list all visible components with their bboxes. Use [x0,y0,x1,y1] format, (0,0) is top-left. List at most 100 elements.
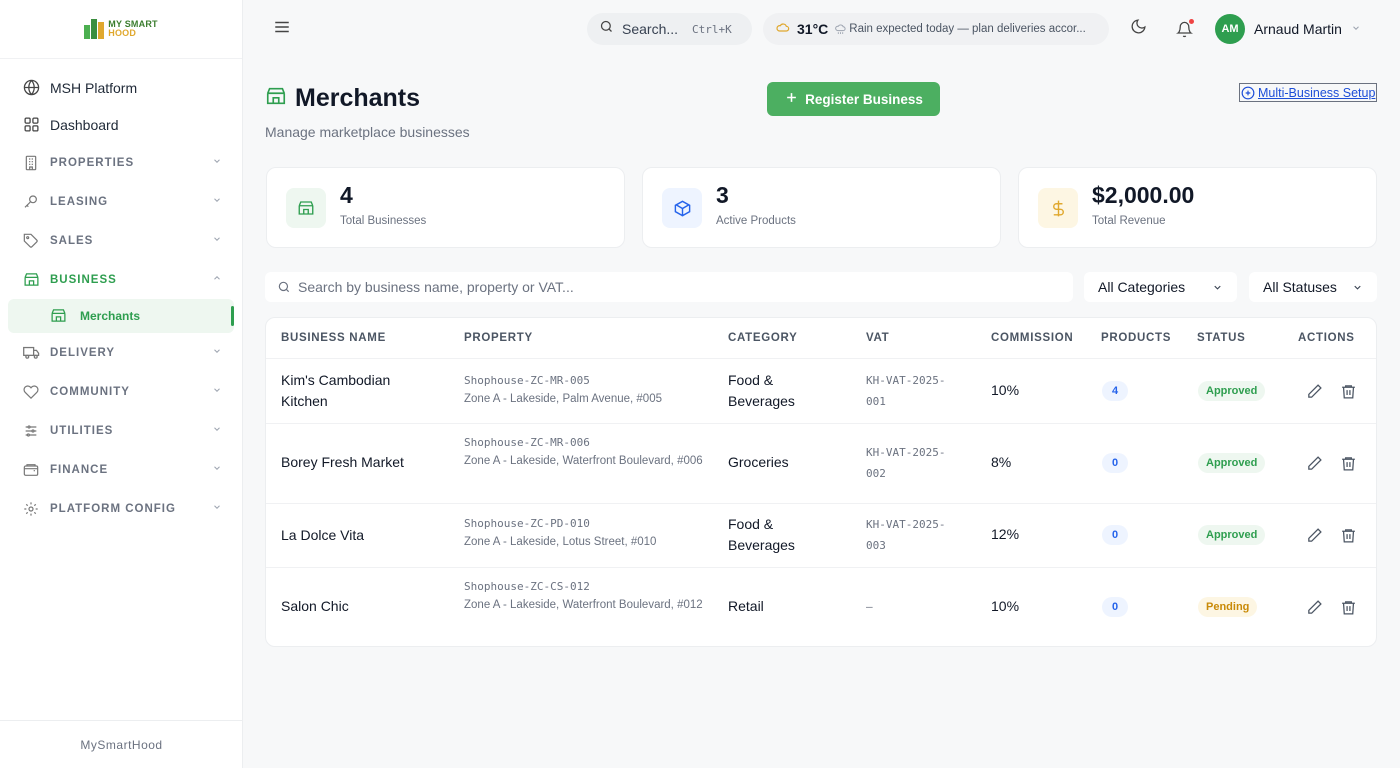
notifications-button[interactable] [1169,14,1199,44]
sidebar-footer: MySmartHood [0,720,243,768]
trash-icon[interactable] [1338,381,1358,401]
globe-icon [22,79,40,97]
edit-icon[interactable] [1304,381,1324,401]
business-search-input[interactable]: Search by business name, property or VAT… [265,272,1073,302]
table-row[interactable]: Borey Fresh Market Shophouse-ZC-MR-006 Z… [266,424,1376,504]
sidebar-section-label: DELIVERY [50,346,116,359]
row-actions [1304,453,1358,473]
search-icon [277,280,291,294]
column-header-status[interactable]: STATUS [1197,332,1246,344]
sidebar-section-label: PROPERTIES [50,156,135,169]
truck-icon [22,344,40,362]
sidebar-item-merchants[interactable]: Merchants [8,299,234,333]
weather-widget[interactable]: 31°C Rain expected today — plan deliveri… [763,13,1109,45]
column-header-actions: ACTIONS [1298,332,1355,344]
trash-icon[interactable] [1338,453,1358,473]
theme-toggle-button[interactable] [1123,14,1153,44]
chevron-up-icon [212,273,222,286]
page-subtitle: Manage marketplace businesses [265,124,470,140]
wallet-icon [22,461,40,479]
table-header: BUSINESS NAME PROPERTY CATEGORY VAT COMM… [266,318,1376,359]
chevron-down-icon [212,234,222,247]
property-address: Zone A - Lakeside, Waterfront Boulevard,… [464,455,703,467]
plus-circle-icon [1241,86,1255,100]
bell-icon [1175,18,1194,38]
sidebar-section-label: PLATFORM CONFIG [50,502,176,515]
sidebar-section-sales[interactable]: SALES [0,221,242,260]
page-title: Merchants [295,84,421,112]
column-header-products[interactable]: PRODUCTS [1101,332,1171,344]
search-placeholder: Search by business name, property or VAT… [298,279,574,295]
property-cell: Shophouse-ZC-CS-012 Zone A - Lakeside, W… [464,578,704,614]
chevron-down-icon [212,385,222,398]
avatar: AM [1215,14,1245,44]
sidebar-item-label: Dashboard [50,116,119,133]
table-row[interactable]: Salon Chic Shophouse-ZC-CS-012 Zone A - … [266,568,1376,646]
sidebar-section-delivery[interactable]: DELIVERY [0,333,242,372]
commission: 12% [991,526,1020,542]
sidebar-section-label: FINANCE [50,463,109,476]
sidebar-section-platform-config[interactable]: PLATFORM CONFIG [0,489,242,528]
search-shortcut: Ctrl+K [692,22,732,36]
business-name: La Dolce Vita [281,527,365,543]
sidebar-section-leasing[interactable]: LEASING [0,182,242,221]
cloud-sun-icon [775,19,791,40]
multi-business-setup-link[interactable]: Multi-Business Setup [1239,83,1378,102]
trash-icon[interactable] [1338,597,1358,617]
stat-value: 4 [340,182,353,208]
global-search-button[interactable]: Search... Ctrl+K [587,13,752,45]
edit-icon[interactable] [1304,597,1324,617]
sidebar-section-business[interactable]: BUSINESS [0,260,242,299]
topbar: Search... Ctrl+K 31°C Rain expected toda… [243,0,1400,59]
property-code: Shophouse-ZC-MR-006 [464,436,590,449]
rain-cloud-icon [834,23,847,36]
hamburger-icon [273,18,291,41]
merchants-table: BUSINESS NAME PROPERTY CATEGORY VAT COMM… [265,317,1377,647]
sidebar-section-label: SALES [50,234,94,247]
status-badge: Approved [1198,525,1266,545]
register-business-button[interactable]: Register Business [767,82,940,116]
sidebar-section-properties[interactable]: PROPERTIES [0,143,242,182]
column-header-category[interactable]: CATEGORY [728,332,798,344]
products-count-badge: 0 [1102,525,1128,545]
sidebar-item-msh-platform[interactable]: MSH Platform [0,69,242,106]
business-name: Salon Chic [281,598,349,614]
store-icon [50,307,67,329]
chevron-down-icon [212,195,222,208]
sidebar-section-finance[interactable]: FINANCE [0,450,242,489]
column-header-vat[interactable]: VAT [866,332,889,344]
category-select[interactable]: All Categories [1084,272,1237,302]
brand-logo[interactable]: MY SMART HOOD [0,0,242,59]
table-row[interactable]: La Dolce Vita Shophouse-ZC-PD-010 Zone A… [266,504,1376,568]
column-header-business-name[interactable]: BUSINESS NAME [281,332,386,344]
property-address: Zone A - Lakeside, Lotus Street, #010 [464,536,657,548]
store-icon [265,85,287,112]
sidebar-section-label: COMMUNITY [50,385,130,398]
row-actions [1304,381,1358,401]
commission: 10% [991,382,1020,398]
status-select[interactable]: All Statuses [1249,272,1377,302]
user-name: Arnaud Martin [1254,21,1342,37]
category: Retail [728,598,764,614]
sidebar-item-dashboard[interactable]: Dashboard [0,106,242,143]
user-menu[interactable]: AM Arnaud Martin [1215,12,1361,46]
property-cell: Shophouse-ZC-MR-006 Zone A - Lakeside, W… [464,434,704,470]
stat-card-total-revenue: $2,000.00 Total Revenue [1018,167,1377,248]
sidebar-item-label: Merchants [80,309,141,323]
chevron-down-icon [212,463,222,476]
property-code: Shophouse-ZC-MR-005 [464,374,590,387]
table-row[interactable]: Kim's Cambodian Kitchen Shophouse-ZC-MR-… [266,359,1376,424]
building-icon [22,154,40,172]
edit-icon[interactable] [1304,525,1324,545]
property-cell: Shophouse-ZC-PD-010 Zone A - Lakeside, L… [464,515,704,551]
brand-line2: HOOD [108,28,137,38]
sidebar-section-utilities[interactable]: UTILITIES [0,411,242,450]
sidebar-section-community[interactable]: COMMUNITY [0,372,242,411]
column-header-property[interactable]: PROPERTY [464,332,533,344]
column-header-commission[interactable]: COMMISSION [991,332,1073,344]
menu-toggle-button[interactable] [267,14,297,44]
sidebar-nav: MSH Platform Dashboard PROPERTIES LEASIN… [0,59,242,528]
edit-icon[interactable] [1304,453,1324,473]
products-count-badge: 0 [1102,453,1128,473]
trash-icon[interactable] [1338,525,1358,545]
